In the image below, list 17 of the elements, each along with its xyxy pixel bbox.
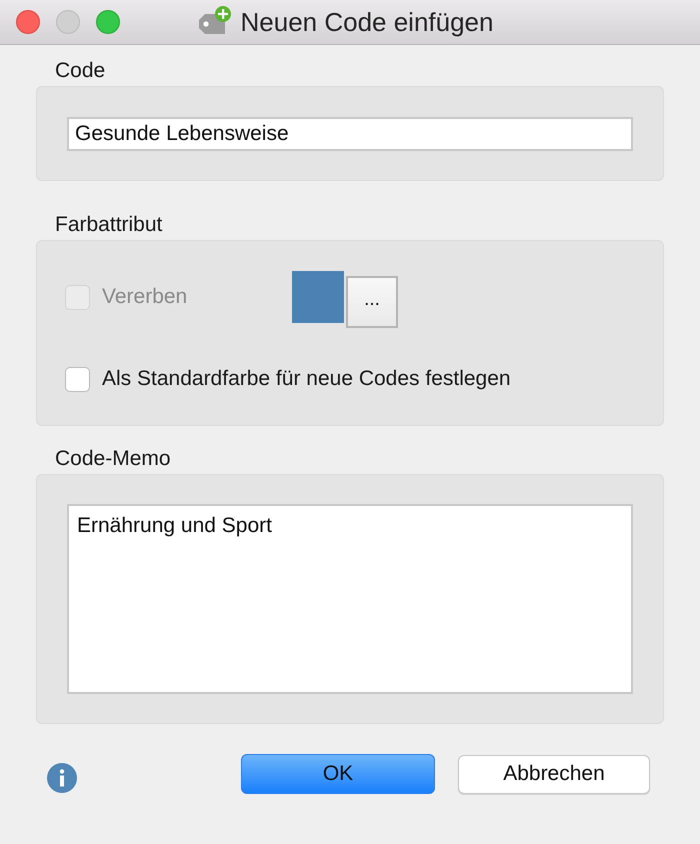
checkbox[interactable] — [65, 366, 90, 392]
section-label: Code-Memo — [55, 446, 171, 472]
section-label: Code — [55, 58, 106, 84]
section-label: Farbattribut — [55, 212, 162, 238]
checkbox-label: Vererben — [102, 284, 188, 310]
cancel-button[interactable]: Abbrechen — [458, 754, 650, 794]
color-swatch[interactable] — [292, 271, 344, 323]
zoom-button[interactable] — [96, 10, 120, 34]
close-button[interactable] — [16, 10, 40, 34]
checkbox-label: Als Standardfarbe für neue Codes festlegen — [102, 366, 511, 392]
memo-field[interactable]: Ernährung und Sport — [67, 504, 633, 694]
code-name-field[interactable]: Gesunde Lebensweise — [67, 117, 633, 151]
color-picker-button[interactable]: ... — [346, 276, 398, 328]
info-icon[interactable] — [47, 763, 77, 793]
tag-plus-icon — [198, 6, 232, 34]
ok-button[interactable]: OK — [241, 754, 435, 794]
window-title: Neuen Code einfügen — [240, 6, 494, 38]
